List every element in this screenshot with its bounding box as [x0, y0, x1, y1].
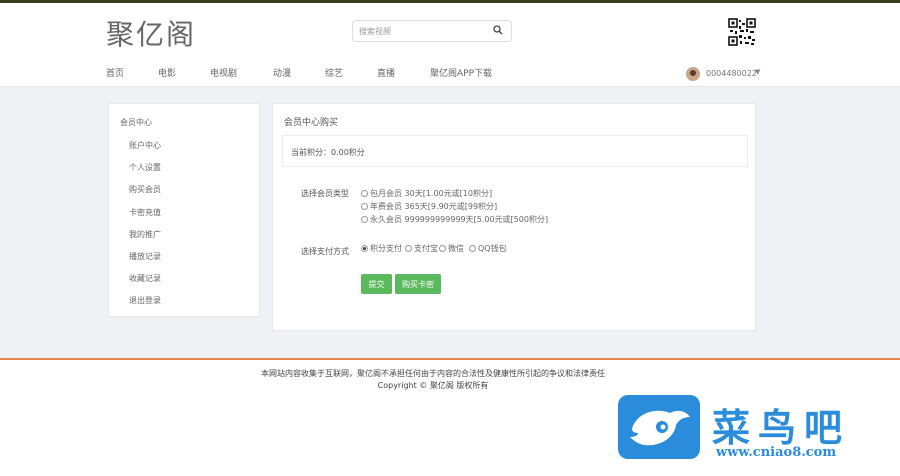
nav-item-app-download[interactable]: 聚亿阁APP下载 [430, 66, 492, 79]
member-option-monthly[interactable]: 包月会员 30天[1.00元或[10积分] [361, 188, 492, 199]
buy-card-button[interactable]: 购买卡密 [395, 274, 441, 294]
sidebar-item-favorites[interactable]: 收藏记录 [129, 273, 161, 284]
avatar [686, 67, 700, 81]
watermark-logo [618, 395, 700, 459]
member-sidebar: 会员中心 账户中心 个人设置 购买会员 卡密充值 我的推广 播放记录 收藏记录 … [108, 103, 260, 317]
radio-alipay[interactable] [405, 245, 412, 252]
purchase-panel: 会员中心购买 当前积分：0.00积分 选择会员类型 包月会员 30天[1.00元… [272, 103, 756, 331]
payment-method-label: 选择支付方式 [301, 247, 349, 256]
footer-disclaimer: 本网站内容收集于互联网，聚亿阁不承担任何由于内容的合法性及健康性所引起的争议和法… [261, 369, 605, 378]
member-option-lifetime[interactable]: 永久会员 999999999999天[5.00元或[500积分] [361, 214, 548, 225]
bird-icon [630, 410, 690, 446]
caret-down-icon: ▼ [755, 68, 761, 76]
qr-code-icon [728, 18, 756, 46]
site-logo[interactable]: 聚亿阁 [106, 13, 196, 53]
radio-lifetime[interactable] [361, 216, 368, 223]
sidebar-item-settings[interactable]: 个人设置 [129, 162, 161, 173]
radio-qq-wallet[interactable] [469, 245, 476, 252]
member-option-lifetime-label: 永久会员 999999999999天[5.00元或[500积分] [370, 215, 549, 224]
member-option-yearly-label: 年费会员 365天[9.90元或[99积分] [370, 202, 498, 211]
nav-item-anime[interactable]: 动漫 [273, 66, 291, 79]
radio-points[interactable] [361, 245, 368, 252]
payment-option-wechat[interactable]: 微信 [439, 243, 464, 254]
radio-monthly[interactable] [361, 190, 368, 197]
nav-item-live[interactable]: 直播 [377, 66, 395, 79]
radio-yearly[interactable] [361, 203, 368, 210]
sidebar-title: 会员中心 [120, 118, 152, 127]
nav-item-tv-series[interactable]: 电视剧 [210, 66, 237, 79]
sidebar-item-account[interactable]: 账户中心 [129, 140, 161, 151]
member-option-yearly[interactable]: 年费会员 365天[9.90元或[99积分] [361, 201, 497, 212]
nav-item-movies[interactable]: 电影 [158, 66, 176, 79]
search-icon[interactable] [493, 25, 503, 35]
watermark-url: www.cniao8.com [716, 445, 837, 460]
search-box [352, 20, 512, 42]
nav-item-home[interactable]: 首页 [106, 66, 124, 79]
submit-button[interactable]: 提交 [361, 274, 392, 294]
payment-option-alipay-label: 支付宝 [414, 244, 438, 253]
sidebar-item-buy-membership[interactable]: 购买会员 [129, 184, 161, 195]
username: 0004480022 [706, 69, 757, 78]
payment-option-points-label: 积分支付 [370, 244, 402, 253]
payment-option-qq-wallet-label: QQ钱包 [478, 244, 507, 253]
points-box: 当前积分：0.00积分 [282, 135, 748, 167]
watermark-text: 菜鸟吧 [712, 405, 851, 450]
site-header: 聚亿阁 首页 电影 电视剧 动漫 综艺 [0, 3, 900, 87]
payment-option-wechat-label: 微信 [448, 244, 464, 253]
current-points: 当前积分：0.00积分 [291, 148, 365, 157]
member-option-monthly-label: 包月会员 30天[1.00元或[10积分] [370, 189, 493, 198]
sidebar-item-logout[interactable]: 退出登录 [129, 295, 161, 306]
panel-title: 会员中心购买 [284, 118, 339, 128]
sidebar-item-promotion[interactable]: 我的推广 [129, 229, 161, 240]
sidebar-item-card-recharge[interactable]: 卡密充值 [129, 207, 161, 218]
payment-option-qq-wallet[interactable]: QQ钱包 [469, 243, 507, 254]
sidebar-item-play-history[interactable]: 播放记录 [129, 251, 161, 262]
payment-option-points[interactable]: 积分支付 [361, 243, 402, 254]
radio-wechat[interactable] [439, 245, 446, 252]
watermark-badge: 菜鸟吧 www.cniao8.com [612, 389, 894, 467]
search-input[interactable] [359, 21, 489, 41]
nav-item-variety[interactable]: 综艺 [325, 66, 343, 79]
payment-option-alipay[interactable]: 支付宝 [405, 243, 438, 254]
member-type-label: 选择会员类型 [301, 189, 349, 198]
